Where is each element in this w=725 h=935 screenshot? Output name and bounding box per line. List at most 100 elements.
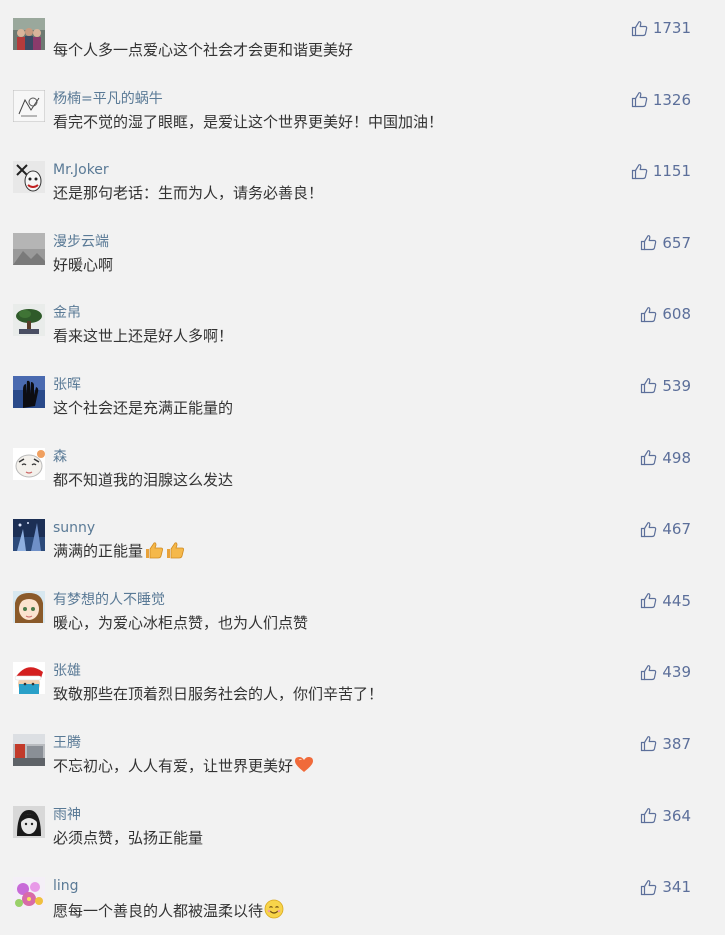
comment-body: 不忘初心，人人有爱，让世界更美好 xyxy=(53,756,314,779)
username-link[interactable]: 雨神 xyxy=(53,806,81,824)
comment-body: 这个社会还是充满正能量的 xyxy=(53,398,233,418)
comment-item: 漫步云端好暖心啊 657 xyxy=(0,215,725,287)
comment-text: 这个社会还是充满正能量的 xyxy=(53,398,234,417)
comment-body: 暖心，为爱心冰柜点赞，也为人们点赞 xyxy=(53,613,308,633)
like-count: 539 xyxy=(662,376,691,395)
like-button[interactable]: 657 xyxy=(640,234,691,252)
like-button[interactable]: 387 xyxy=(640,735,691,753)
like-button[interactable]: 1151 xyxy=(631,162,691,180)
group-photo-avatar[interactable] xyxy=(13,18,45,50)
username-link[interactable]: 张晖 xyxy=(53,376,81,394)
username-link[interactable]: 漫步云端 xyxy=(53,233,109,251)
username-link[interactable]: 王腾 xyxy=(53,734,81,752)
comment-item: 金帛看来这世上还是好人多啊！ 608 xyxy=(0,286,725,358)
thumbs-up-emoji xyxy=(144,541,164,564)
gray-avatar[interactable] xyxy=(13,232,45,265)
like-count: 657 xyxy=(662,233,691,252)
comment-body: 都不知道我的泪腺这么发达 xyxy=(53,470,233,490)
username-link[interactable]: 张雄 xyxy=(53,662,81,680)
like-button[interactable]: 539 xyxy=(640,377,691,395)
comment-item: 张雄致敬那些在顶着烈日服务社会的人，你们辛苦了！ 439 xyxy=(0,644,725,716)
username-link[interactable]: Mr.Joker xyxy=(53,161,109,179)
thumbs-up-icon xyxy=(640,807,657,824)
username-link[interactable]: 杨楠=平凡的蜗牛 xyxy=(53,90,163,108)
comment-item: 杨楠=平凡的蜗牛看完不觉的湿了眼眶，是爱让这个世界更美好！中国加油！ 1326 xyxy=(0,72,725,144)
like-count: 498 xyxy=(662,448,691,467)
comment-text: 都不知道我的泪腺这么发达 xyxy=(53,470,234,489)
comment-text: 满满的正能量 xyxy=(53,542,144,561)
like-count: 608 xyxy=(662,305,691,324)
thumbs-up-icon xyxy=(640,592,657,609)
username-link[interactable]: 森 xyxy=(53,448,67,466)
joker-avatar[interactable] xyxy=(13,161,45,194)
bonsai-avatar[interactable] xyxy=(13,304,45,337)
comment-item: 有梦想的人不睡觉暖心，为爱心冰柜点赞，也为人们点赞 445 xyxy=(0,573,725,645)
flower-avatar[interactable] xyxy=(13,877,45,910)
comment-body: 必须点赞，弘扬正能量 xyxy=(53,828,203,848)
thumbs-up-icon xyxy=(640,521,657,538)
thumbs-up-icon xyxy=(640,377,657,394)
thumbs-up-icon xyxy=(631,20,648,37)
comment-item: ling 愿每一个善良的人都被温柔以待 341 xyxy=(0,859,725,931)
comment-text: 愿每一个善良的人都被温柔以待 xyxy=(53,902,264,921)
comment-text: 必须点赞，弘扬正能量 xyxy=(53,828,204,847)
like-button[interactable]: 445 xyxy=(640,592,691,610)
like-button[interactable]: 498 xyxy=(640,449,691,467)
like-button[interactable]: 467 xyxy=(640,520,691,538)
thumbs-up-icon xyxy=(640,879,657,896)
thumbs-up-emoji xyxy=(165,541,185,564)
heart-emoji xyxy=(294,756,314,779)
comment-item: 张晖这个社会还是充满正能量的 539 xyxy=(0,358,725,430)
thumbs-up-icon xyxy=(631,163,648,180)
like-count: 467 xyxy=(662,520,691,539)
like-button[interactable]: 439 xyxy=(640,663,691,681)
comment-text: 看完不觉的湿了眼眶，是爱让这个世界更美好！中国加油！ xyxy=(53,112,444,131)
night-scene-avatar[interactable] xyxy=(13,519,45,552)
thumbs-up-icon xyxy=(640,664,657,681)
thumbs-up-icon xyxy=(631,91,648,108)
like-count: 1151 xyxy=(652,162,691,181)
username-link[interactable]: ling xyxy=(53,877,79,895)
username-link[interactable]: 金帛 xyxy=(53,304,81,322)
comment-body: 每个人多一点爱心这个社会才会更和谐更美好 xyxy=(53,40,353,60)
username-link[interactable]: sunny xyxy=(53,519,95,537)
comment-text: 每个人多一点爱心这个社会才会更和谐更美好 xyxy=(53,41,354,59)
comment-item: ​每个人多一点爱心这个社会才会更和谐更美好1731 xyxy=(0,0,725,72)
like-button[interactable]: 1326 xyxy=(631,91,691,109)
cartoon-face-avatar[interactable] xyxy=(13,447,45,480)
comment-body: 还是那句老话：生而为人，请务必善良！ xyxy=(53,183,323,203)
thumbs-up-icon xyxy=(640,735,657,752)
like-button[interactable]: 341 xyxy=(640,878,691,896)
comment-body: 看完不觉的湿了眼眶，是爱让这个世界更美好！中国加油！ xyxy=(53,112,443,132)
bw-portrait-avatar[interactable] xyxy=(13,805,45,838)
like-count: 439 xyxy=(662,663,691,682)
santa-hat-avatar[interactable] xyxy=(13,662,45,695)
street-avatar[interactable] xyxy=(13,733,45,766)
like-count: 387 xyxy=(662,734,691,753)
comment-body: 好暖心啊 xyxy=(53,255,113,275)
anime-avatar[interactable] xyxy=(13,590,45,623)
like-button[interactable]: 364 xyxy=(640,807,691,825)
comment-item: 森都不知道我的泪腺这么发达 498 xyxy=(0,430,725,502)
comment-body: 愿每一个善良的人都被温柔以待 xyxy=(53,899,284,924)
comment-list: ​每个人多一点爱心这个社会才会更和谐更美好1731杨楠=平凡的蜗牛看完不觉的湿了… xyxy=(0,0,725,931)
comment-text: 看来这世上还是好人多啊！ xyxy=(53,327,234,346)
like-count: 445 xyxy=(662,591,691,610)
comment-text: 暖心，为爱心冰柜点赞，也为人们点赞 xyxy=(53,613,309,632)
comment-body: 看来这世上还是好人多啊！ xyxy=(53,326,233,346)
like-count: 1326 xyxy=(652,90,691,109)
comment-text: 不忘初心，人人有爱，让世界更美好 xyxy=(53,756,294,775)
comment-text: 好暖心啊 xyxy=(53,255,114,274)
comment-body: 致敬那些在顶着烈日服务社会的人，你们辛苦了！ xyxy=(53,684,383,704)
comment-text: 致敬那些在顶着烈日服务社会的人，你们辛苦了！ xyxy=(53,685,384,704)
like-button[interactable]: 608 xyxy=(640,305,691,323)
thumbs-up-icon xyxy=(640,234,657,251)
comment-body: 满满的正能量 xyxy=(53,541,185,564)
hand-avatar[interactable] xyxy=(13,375,45,408)
like-count: 1731 xyxy=(652,19,691,37)
username-link[interactable]: 有梦想的人不睡觉 xyxy=(53,591,165,609)
comment-item: Mr.Joker 还是那句老话：生而为人，请务必善良！ 1151 xyxy=(0,143,725,215)
sketch-avatar[interactable] xyxy=(13,89,45,122)
comment-item: sunny 满满的正能量 467 xyxy=(0,501,725,573)
like-button[interactable]: 1731 xyxy=(631,19,691,37)
